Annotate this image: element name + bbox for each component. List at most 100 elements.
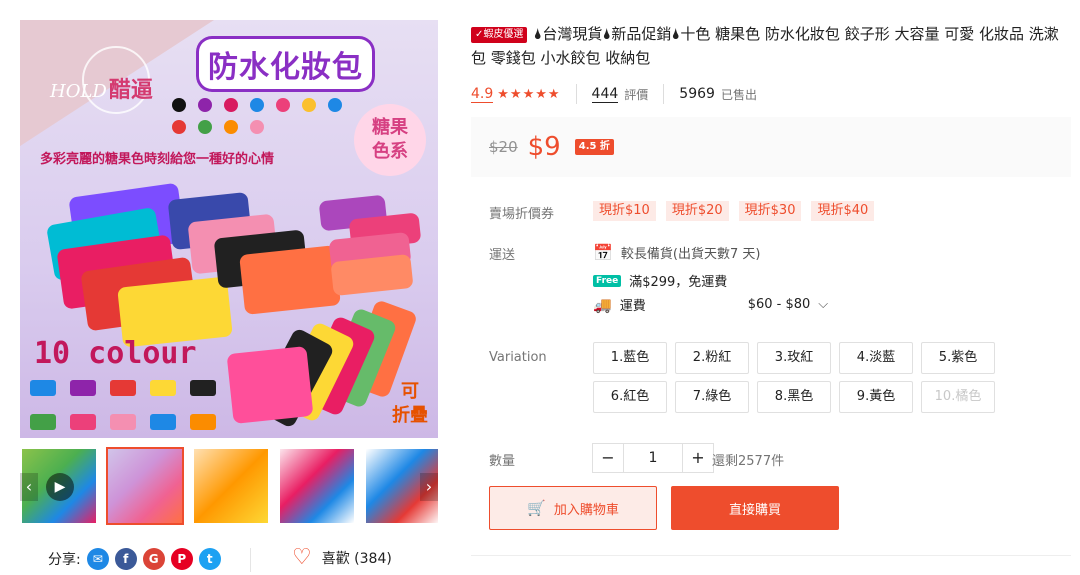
add-to-cart-button[interactable]: 🛒 加入購物車: [489, 486, 657, 530]
thumbnail-2[interactable]: [106, 447, 184, 525]
color-dot: [224, 98, 238, 112]
quantity-label: 數量: [489, 454, 516, 469]
play-icon[interactable]: ▶: [46, 473, 74, 501]
quantity-input[interactable]: 1: [623, 444, 683, 472]
color-dot: [198, 98, 212, 112]
sold-divider: [663, 84, 665, 104]
preferred-badge: ✓蝦皮優選: [471, 27, 528, 43]
variation-option[interactable]: 5.紫色: [921, 342, 995, 374]
quantity-minus-button[interactable]: −: [593, 444, 623, 472]
chevron-down-icon[interactable]: ⌵: [818, 297, 828, 312]
variation-option[interactable]: 2.粉紅: [675, 342, 749, 374]
rating-row: 4.9 ★★★★★ 444 評價 5969 已售出: [471, 84, 757, 104]
mini-bag: [70, 414, 96, 430]
sold-label: 已售出: [720, 87, 757, 102]
color-dot: [224, 120, 238, 134]
buy-now-button[interactable]: 直接購買: [671, 486, 839, 530]
mini-bag: [110, 380, 136, 396]
variation-option[interactable]: 9.黃色: [839, 381, 913, 413]
shipping-fee-label: 運費: [619, 299, 646, 314]
image-headline: 防水化妝包: [196, 36, 375, 92]
share-label: 分享:: [48, 552, 81, 568]
product-title-text: 🌢台灣現貨🌢新品促銷🌢十色 糖果色 防水化妝包 餃子形 大容量 可愛 化妝品 洗…: [471, 25, 1059, 67]
color-dot: [172, 98, 186, 112]
voucher-chip[interactable]: 現折$20: [665, 201, 729, 221]
variation-option: 10.橘色: [921, 381, 995, 413]
rating-value[interactable]: 4.9: [471, 86, 494, 103]
voucher-chip[interactable]: 現折$10: [593, 201, 656, 221]
shipping-fee-range: $60 - $80: [747, 297, 811, 312]
like-count: 喜歡 (384): [321, 551, 392, 567]
image-tagline: 多彩亮麗的糖果色時刻給您一種好的心情: [40, 152, 275, 167]
color-dot: [198, 120, 212, 134]
mini-bag: [30, 380, 56, 396]
long-prep-text: 較長備貨(出貨天數7 天): [620, 247, 761, 262]
bag-illustration: [239, 245, 341, 315]
quantity-stepper: − 1 +: [592, 443, 714, 473]
google-plus-icon[interactable]: G: [142, 548, 165, 570]
mini-bag: [30, 414, 56, 430]
bag-illustration: [226, 346, 314, 424]
foldable-text: 可折疊: [392, 381, 428, 426]
thumbs-next-arrow[interactable]: ›: [420, 473, 438, 501]
sale-price: $9: [527, 132, 561, 162]
like-button[interactable]: ♡ 喜歡 (384): [292, 547, 392, 569]
mini-bag: [70, 380, 96, 396]
brand-text: HOLD醋逼: [50, 77, 153, 103]
product-main-image[interactable]: HOLD醋逼 防水化妝包 多彩亮麗的糖果色時刻給您一種好的心情 糖果 色系 10 …: [20, 20, 438, 438]
reviews-label: 評價: [624, 87, 649, 102]
pinterest-icon[interactable]: P: [170, 548, 193, 570]
thumbnail-4[interactable]: [278, 447, 356, 525]
color-dot: [250, 98, 264, 112]
free-shipping-row: Free 滿$299，免運費: [593, 271, 727, 290]
voucher-chip[interactable]: 現折$40: [811, 201, 875, 221]
shipping-label: 運送: [489, 248, 516, 263]
share-divider: [250, 548, 251, 572]
messenger-icon[interactable]: ✉: [86, 548, 109, 570]
long-prep-row: 📅 較長備貨(出貨天數7 天): [593, 243, 760, 262]
product-title: ✓蝦皮優選 🌢台灣現貨🌢新品促銷🌢十色 糖果色 防水化妝包 餃子形 大容量 可愛 …: [471, 22, 1071, 70]
color-dot: [276, 98, 290, 112]
free-shipping-icon: Free: [593, 274, 622, 287]
voucher-list: 現折$10 現折$20 現折$30 現折$40: [593, 201, 875, 221]
stock-remaining: 還剩2577件: [712, 454, 785, 469]
thumbs-prev-arrow[interactable]: ‹: [20, 473, 38, 501]
color-dot: [328, 98, 342, 112]
mini-bag: [150, 414, 176, 430]
mini-bag: [190, 414, 216, 430]
reviews-count[interactable]: 444: [591, 86, 619, 103]
colour-count-text: 10 colour: [34, 336, 197, 371]
voucher-chip[interactable]: 現折$30: [738, 201, 802, 221]
share-row: 分享: ✉ f G P t: [48, 548, 221, 570]
variation-option[interactable]: 8.黑色: [757, 381, 831, 413]
variation-option[interactable]: 4.淡藍: [839, 342, 913, 374]
rating-divider: [575, 84, 577, 104]
mini-bag: [150, 380, 176, 396]
color-dot: [250, 120, 264, 134]
variation-option[interactable]: 7.綠色: [675, 381, 749, 413]
original-price: $20: [489, 138, 518, 156]
thumbnail-3[interactable]: [192, 447, 270, 525]
variation-option[interactable]: 3.玫紅: [757, 342, 831, 374]
quantity-plus-button[interactable]: +: [683, 444, 713, 472]
mini-bag: [190, 380, 216, 396]
truck-icon: 🚚: [593, 295, 612, 314]
twitter-icon[interactable]: t: [198, 548, 221, 570]
shipping-fee-row[interactable]: 🚚 運費 $60 - $80 ⌵: [593, 295, 828, 315]
mini-bag: [110, 414, 136, 430]
variation-option[interactable]: 1.藍色: [593, 342, 667, 374]
variation-label: Variation: [489, 350, 547, 365]
bag-illustration: [330, 253, 414, 297]
sold-count: 5969: [679, 86, 715, 102]
heart-icon[interactable]: ♡: [292, 547, 312, 569]
color-dot: [172, 120, 186, 134]
bottom-divider: [471, 555, 1071, 556]
variation-option[interactable]: 6.紅色: [593, 381, 667, 413]
candy-color-tag: 糖果 色系: [354, 104, 426, 176]
vouchers-label: 賣場折價券: [489, 207, 555, 222]
rating-stars: ★★★★★: [497, 86, 561, 102]
price-box: $20 $9 4.5 折: [471, 117, 1071, 177]
color-dots: [166, 96, 366, 140]
facebook-icon[interactable]: f: [114, 548, 137, 570]
free-shipping-text: 滿$299，免運費: [629, 275, 728, 290]
